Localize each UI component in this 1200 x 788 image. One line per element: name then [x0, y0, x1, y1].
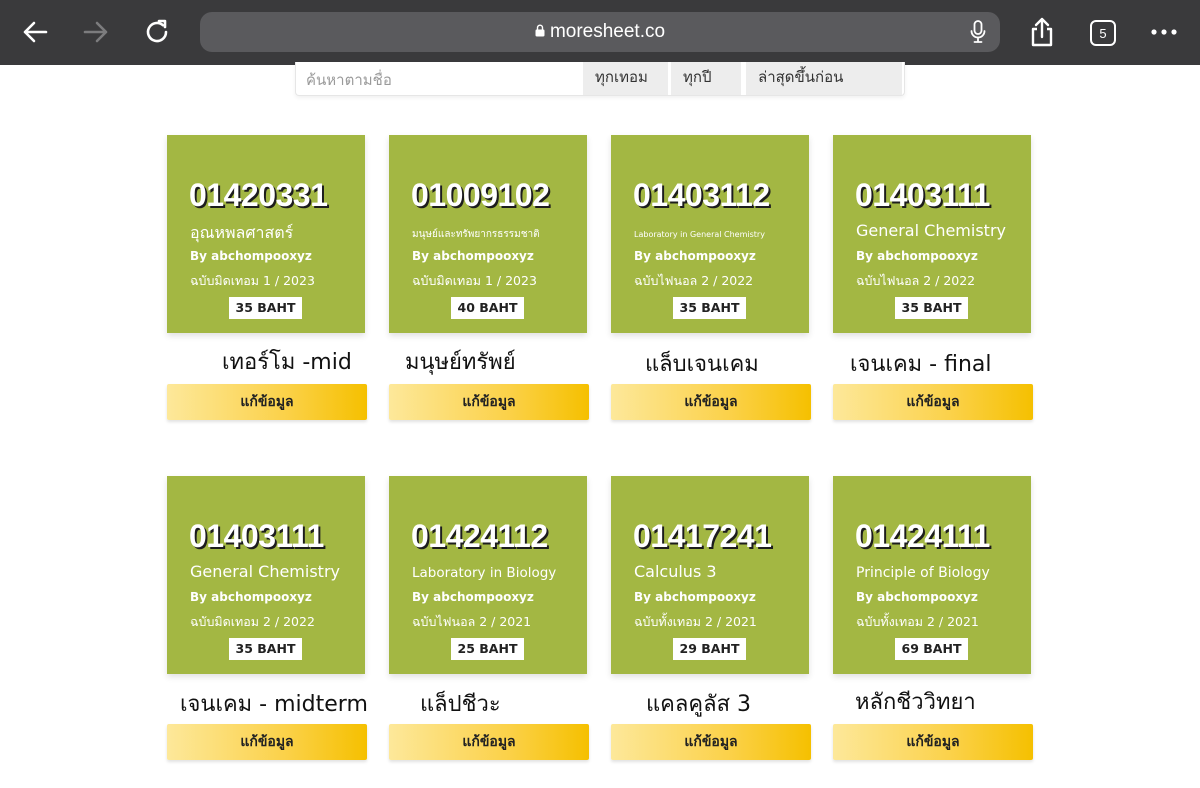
course-name: General Chemistry	[856, 221, 1006, 240]
edition: ฉบับทั้งเทอม 2 / 2021	[856, 614, 979, 629]
year-filter-select[interactable]: ทุกปี	[671, 62, 741, 95]
term-filter-select[interactable]: ทุกเทอม	[583, 62, 668, 95]
edition: ฉบับมิดเทอม 1 / 2023	[190, 273, 315, 288]
price-badge: 35 BAHT	[895, 297, 968, 319]
course-code: 01403111	[855, 177, 990, 213]
course-name: Calculus 3	[634, 562, 717, 581]
sheet-card[interactable]: 01424112 Laboratory in Biology By abchom…	[389, 476, 587, 674]
course-code: 01417241	[633, 518, 772, 554]
course-code: 01424112	[411, 518, 548, 554]
author: By abchompooxyz	[190, 590, 312, 604]
share-icon[interactable]	[1024, 14, 1060, 50]
edition: ฉบับไฟนอล 2 / 2021	[412, 614, 532, 629]
author: By abchompooxyz	[856, 590, 978, 604]
handwritten-note: แล็บเจนเคม	[645, 352, 759, 377]
handwritten-note: แคลคูลัส 3	[646, 692, 751, 717]
course-code: 01009102	[411, 177, 550, 213]
course-name: Laboratory in Biology	[412, 565, 557, 581]
course-code: 01420331	[189, 177, 328, 213]
course-name: Laboratory in General Chemistry	[634, 230, 765, 239]
price-badge: 25 BAHT	[451, 638, 524, 660]
edit-button[interactable]: แก้ข้อมูล	[167, 384, 367, 420]
author: By abchompooxyz	[634, 590, 756, 604]
edit-button[interactable]: แก้ข้อมูล	[833, 384, 1033, 420]
browser-toolbar: moresheet.co 5	[0, 0, 1200, 65]
sheet-card[interactable]: 01403112 Laboratory in General Chemistry…	[611, 135, 809, 333]
tabs-button[interactable]: 5	[1090, 20, 1116, 46]
course-name: อุณหพลศาสตร์	[190, 223, 294, 242]
sheet-card[interactable]: 01009102 มนุษย์และทรัพยากรธรรมชาติ By ab…	[389, 135, 587, 333]
author: By abchompooxyz	[190, 249, 312, 263]
author: By abchompooxyz	[412, 249, 534, 263]
price-badge: 35 BAHT	[229, 638, 302, 660]
course-code: 01424111	[855, 518, 990, 554]
author: By abchompooxyz	[856, 249, 978, 263]
filter-bar: ค้นหาตามชื่อ ทุกเทอม ทุกปี ล่าสุดขึ้นก่อ…	[295, 62, 905, 96]
course-code: 01403112	[633, 177, 770, 213]
sheet-card[interactable]: 01424111 Principle of Biology By abchomp…	[833, 476, 1031, 674]
price-badge: 40 BAHT	[451, 297, 524, 319]
author: By abchompooxyz	[634, 249, 756, 263]
handwritten-note: หลักชีววิทยา	[855, 690, 976, 715]
sheet-card[interactable]: 01403111 General Chemistry By abchompoox…	[833, 135, 1031, 333]
edition: ฉบับทั้งเทอม 2 / 2021	[634, 614, 757, 629]
handwritten-note: มนุษย์ทรัพย์	[405, 350, 516, 375]
edit-button[interactable]: แก้ข้อมูล	[389, 724, 589, 760]
reload-icon[interactable]	[139, 14, 175, 50]
more-options-icon[interactable]	[1146, 14, 1182, 50]
handwritten-note: แล็ปชีวะ	[420, 692, 501, 717]
edit-button[interactable]: แก้ข้อมูล	[167, 724, 367, 760]
search-input[interactable]: ค้นหาตามชื่อ	[306, 66, 576, 94]
microphone-icon[interactable]	[970, 20, 986, 50]
forward-arrow-icon[interactable]	[78, 14, 114, 50]
lock-icon	[535, 21, 545, 43]
price-badge: 35 BAHT	[673, 297, 746, 319]
author: By abchompooxyz	[412, 590, 534, 604]
course-name: มนุษย์และทรัพยากรธรรมชาติ	[412, 229, 540, 240]
sheet-card[interactable]: 01417241 Calculus 3 By abchompooxyz ฉบับ…	[611, 476, 809, 674]
handwritten-note: เจนเคม - midterm	[180, 692, 368, 717]
sheet-card[interactable]: 01403111 General Chemistry By abchompoox…	[167, 476, 365, 674]
url-text: moresheet.co	[549, 21, 666, 42]
edition: ฉบับมิดเทอม 2 / 2022	[190, 614, 315, 629]
tab-count: 5	[1099, 25, 1107, 41]
edit-button[interactable]: แก้ข้อมูล	[833, 724, 1033, 760]
edition: ฉบับไฟนอล 2 / 2022	[634, 273, 754, 288]
back-arrow-icon[interactable]	[17, 14, 53, 50]
price-badge: 69 BAHT	[895, 638, 968, 660]
edit-button[interactable]: แก้ข้อมูล	[611, 384, 811, 420]
sort-select[interactable]: ล่าสุดขึ้นก่อน	[746, 62, 902, 95]
sheet-card[interactable]: 01420331 อุณหพลศาสตร์ By abchompooxyz ฉบ…	[167, 135, 365, 333]
edit-button[interactable]: แก้ข้อมูล	[611, 724, 811, 760]
handwritten-note: เจนเคม - final	[850, 352, 992, 377]
address-bar[interactable]: moresheet.co	[200, 12, 1000, 52]
edition: ฉบับมิดเทอม 1 / 2023	[412, 273, 537, 288]
price-badge: 35 BAHT	[229, 297, 302, 319]
course-name: General Chemistry	[190, 562, 340, 581]
course-code: 01403111	[189, 518, 324, 554]
edit-button[interactable]: แก้ข้อมูล	[389, 384, 589, 420]
course-name: Principle of Biology	[856, 565, 990, 581]
handwritten-note: เทอร์โม -mid	[222, 350, 352, 375]
price-badge: 29 BAHT	[673, 638, 746, 660]
edition: ฉบับไฟนอล 2 / 2022	[856, 273, 976, 288]
